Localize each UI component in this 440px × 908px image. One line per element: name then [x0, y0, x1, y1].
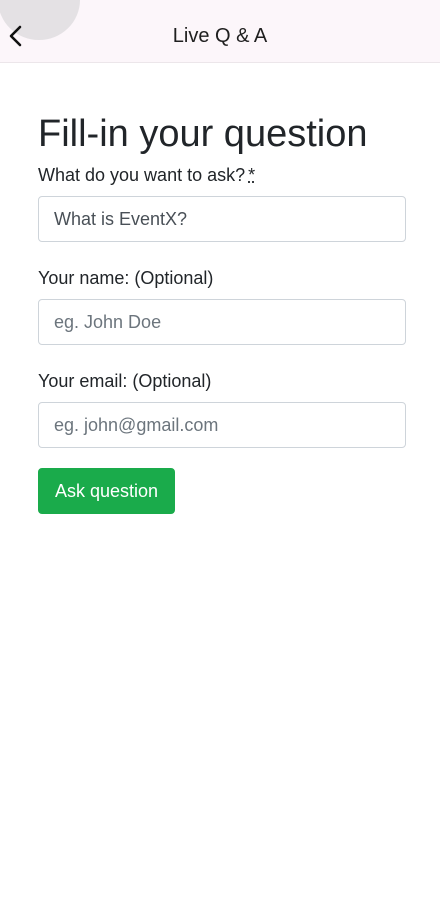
question-form: Fill-in your question What do you want t… — [38, 63, 406, 514]
ask-question-button[interactable]: Ask question — [38, 468, 176, 514]
required-mark: * — [248, 165, 256, 185]
question-input[interactable] — [38, 196, 406, 242]
email-input[interactable] — [38, 402, 406, 448]
name-label: Your name: (Optional) — [38, 268, 214, 288]
name-input[interactable] — [38, 299, 406, 345]
page-title: Fill-in your question — [38, 113, 368, 155]
app-header: Live Q & A — [0, 0, 440, 63]
question-label: What do you want to ask? * — [38, 164, 406, 186]
email-label: Your email: (Optional) — [38, 371, 212, 391]
question-label-text: What do you want to ask? — [38, 165, 246, 185]
header-title: Live Q & A — [172, 25, 268, 47]
